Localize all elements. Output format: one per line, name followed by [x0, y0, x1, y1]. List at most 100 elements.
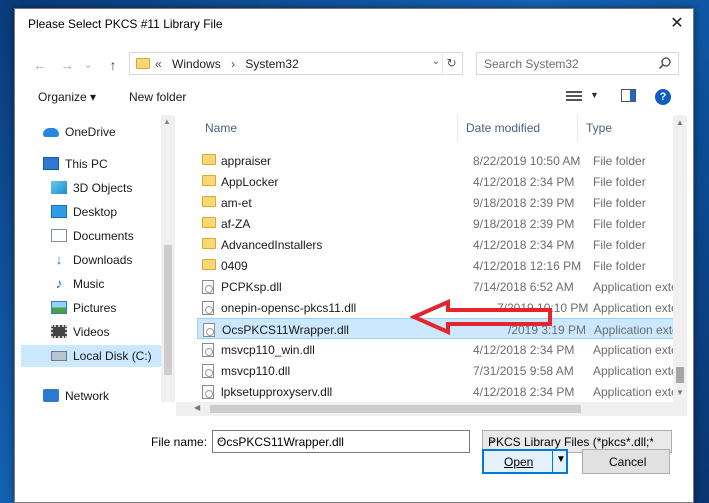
sidebar-item-pictures[interactable]: Pictures	[51, 297, 161, 319]
breadcrumb-overflow-icon[interactable]: «	[155, 57, 162, 71]
dll-file-icon	[202, 301, 214, 315]
list-item[interactable]: AppLocker 4/12/2018 2:34 PM File folder	[197, 171, 680, 192]
view-dropdown-icon[interactable]: ▼	[590, 90, 599, 100]
sidebar-item-documents[interactable]: Documents	[51, 225, 161, 247]
sidebar-item-label: Network	[65, 389, 110, 403]
address-bar[interactable]: « Windows › System32 ⌄ ↻	[129, 52, 463, 75]
close-icon[interactable]: ✕	[665, 13, 689, 35]
chevron-down-icon: ⌄	[488, 434, 497, 445]
dll-file-icon	[202, 364, 214, 378]
split-divider	[552, 451, 553, 472]
column-header-type[interactable]: Type	[578, 115, 673, 141]
title-bar: Please Select PKCS #11 Library File ✕	[15, 9, 693, 39]
scrollbar-thumb[interactable]	[164, 245, 172, 375]
open-button-label: Open	[504, 455, 534, 469]
file-list-vertical-scrollbar[interactable]: ▲ ▼	[673, 115, 687, 402]
recent-locations-chevron-icon[interactable]: ⌄	[78, 55, 98, 75]
organize-button[interactable]: Organize ▾	[38, 90, 96, 104]
file-type: File folder	[593, 175, 646, 189]
up-arrow-icon[interactable]: ↑	[103, 55, 123, 75]
breadcrumb-item-windows[interactable]: Windows	[172, 57, 221, 71]
sidebar-item-label: 3D Objects	[73, 181, 133, 195]
column-header-name[interactable]: Name	[197, 115, 458, 141]
file-date: 4/12/2018 2:34 PM	[473, 385, 575, 399]
downloads-icon: ↓	[55, 252, 63, 267]
scrollbar-thumb[interactable]	[210, 405, 581, 413]
file-date: 4/12/2018 2:34 PM	[473, 343, 575, 357]
scroll-up-icon[interactable]: ▲	[163, 117, 171, 126]
back-arrow-icon[interactable]: ←	[30, 55, 50, 75]
scrollbar-thumb[interactable]	[676, 367, 684, 383]
scroll-down-icon[interactable]: ▼	[676, 388, 684, 397]
sidebar-item-videos[interactable]: Videos	[51, 321, 161, 343]
cancel-button[interactable]: Cancel	[582, 449, 670, 474]
file-date: 7/31/2015 9:58 AM	[473, 364, 574, 378]
file-date: 4/12/2018 2:34 PM	[473, 238, 575, 252]
folder-icon	[202, 154, 216, 165]
list-item[interactable]: msvcp110.dll 7/31/2015 9:58 AM Applicati…	[197, 360, 680, 381]
3d-objects-icon	[51, 181, 67, 194]
documents-icon	[51, 229, 67, 242]
red-arrow-annotation-icon	[410, 299, 552, 335]
dll-file-icon	[203, 323, 215, 337]
navigation-pane-scrollbar[interactable]: ▲	[161, 115, 175, 402]
open-options-dropdown-icon[interactable]: ▼	[556, 454, 566, 465]
view-options-icon[interactable]	[566, 89, 582, 102]
sidebar-item-label: Downloads	[73, 253, 133, 267]
folder-icon	[202, 175, 216, 186]
scroll-left-icon[interactable]: ◀	[194, 403, 200, 412]
dll-file-icon	[202, 385, 214, 399]
sidebar-item-3d-objects[interactable]: 3D Objects	[51, 177, 161, 199]
refresh-icon[interactable]: ↻	[442, 54, 460, 73]
sidebar-item-this-pc[interactable]: This PC	[43, 153, 161, 175]
folder-icon	[202, 217, 216, 228]
open-button[interactable]: Open ▼	[482, 449, 568, 474]
sidebar-item-network[interactable]: Network	[43, 385, 161, 407]
breadcrumb-item-system32[interactable]: System32	[245, 57, 298, 71]
sidebar-item-onedrive[interactable]: OneDrive	[43, 121, 161, 143]
list-item[interactable]: PCPKsp.dll 7/14/2018 6:52 AM Application…	[197, 276, 680, 297]
sidebar-item-downloads[interactable]: ↓ Downloads	[51, 249, 161, 271]
file-date: 4/12/2018 2:34 PM	[473, 175, 575, 189]
file-name: lpksetupproxyserv.dll	[221, 385, 333, 399]
list-item[interactable]: am-et 9/18/2018 2:39 PM File folder	[197, 192, 680, 213]
sidebar-item-label: Desktop	[73, 205, 118, 219]
file-name: appraiser	[221, 154, 272, 168]
preview-pane-icon[interactable]	[621, 89, 636, 102]
file-type: Application exten	[594, 323, 681, 337]
sidebar-item-music[interactable]: ♪ Music	[51, 273, 161, 295]
list-item[interactable]: AdvancedInstallers 4/12/2018 2:34 PM Fil…	[197, 234, 680, 255]
sidebar-item-label: Documents	[73, 229, 134, 243]
sidebar-item-label: This PC	[65, 157, 108, 171]
forward-arrow-icon[interactable]: →	[57, 55, 77, 75]
help-icon[interactable]: ?	[655, 89, 671, 105]
list-item[interactable]: msvcp110_win.dll 4/12/2018 2:34 PM Appli…	[197, 339, 680, 360]
list-item[interactable]: appraiser 8/22/2019 10:50 AM File folder	[197, 150, 680, 171]
sidebar-item-local-disk[interactable]: Local Disk (C:)	[21, 345, 161, 367]
list-item[interactable]: 0409 4/12/2018 12:16 PM File folder	[197, 255, 680, 276]
file-type: File folder	[593, 238, 646, 252]
address-dropdown-icon[interactable]: ⌄	[432, 56, 440, 67]
file-date: 9/18/2018 2:39 PM	[473, 196, 575, 210]
new-folder-button[interactable]: New folder	[129, 90, 186, 104]
file-name: OcsPKCS11Wrapper.dll	[222, 323, 349, 337]
scroll-up-icon[interactable]: ▲	[676, 118, 684, 127]
search-input[interactable]: Search System32	[476, 52, 679, 75]
chevron-down-icon[interactable]: ⌄	[217, 434, 464, 445]
file-list-horizontal-scrollbar[interactable]: ◀	[176, 402, 687, 416]
file-type: File folder	[593, 259, 646, 273]
file-name: 0409	[221, 259, 248, 273]
local-disk-icon	[51, 351, 67, 361]
list-item[interactable]: af-ZA 9/18/2018 2:39 PM File folder	[197, 213, 680, 234]
list-item[interactable]: lpksetupproxyserv.dll 4/12/2018 2:34 PM …	[197, 381, 680, 402]
file-name-input[interactable]: OcsPKCS11Wrapper.dll ⌄	[212, 430, 470, 453]
chevron-right-icon: ›	[231, 57, 236, 71]
dll-file-icon	[202, 280, 214, 294]
desktop-icon	[51, 205, 67, 218]
window-title: Please Select PKCS #11 Library File	[28, 17, 223, 31]
column-header-label: Type	[586, 121, 613, 135]
sidebar-item-desktop[interactable]: Desktop	[51, 201, 161, 223]
file-name-label: File name:	[151, 435, 208, 449]
column-header-date-modified[interactable]: Date modified	[458, 115, 578, 141]
network-icon	[43, 389, 59, 402]
